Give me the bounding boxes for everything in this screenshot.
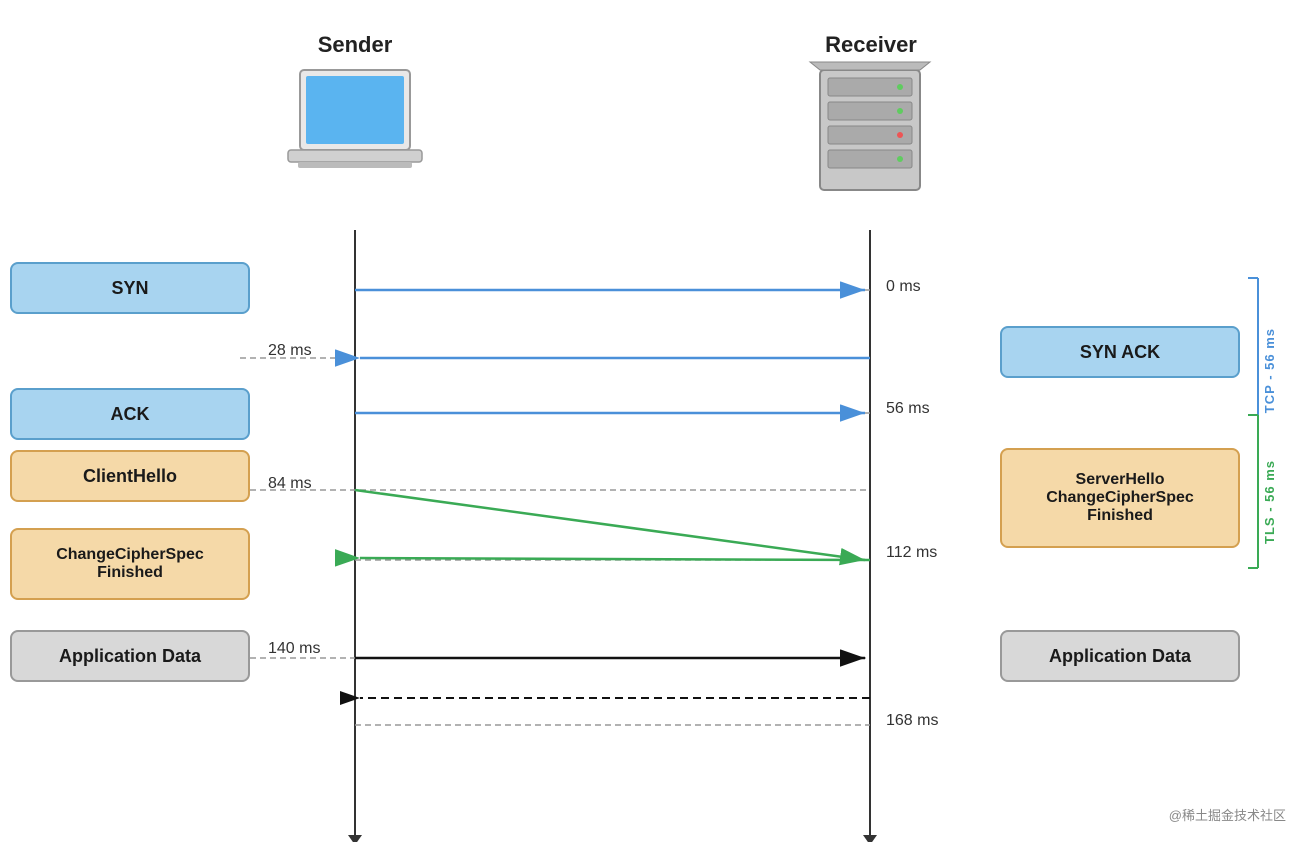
sender-title: Sender [280,32,430,58]
time-28ms: 28 ms [268,342,312,360]
syn-box: SYN [10,262,250,314]
time-168ms: 168 ms [886,712,938,730]
app-data-left-box: Application Data [10,630,250,682]
clienthello-box: ClientHello [10,450,250,502]
diagram: Sender Receiver [0,0,1304,842]
time-56ms: 56 ms [886,400,930,418]
ccs-finished-box: ChangeCipherSpecFinished [10,528,250,600]
app-data-right-box: Application Data [1000,630,1240,682]
server-hello-box: ServerHelloChangeCipherSpecFinished [1000,448,1240,548]
watermark: @稀土掘金技术社区 [1169,805,1286,824]
ack-box: ACK [10,388,250,440]
time-112ms: 112 ms [886,544,937,562]
time-84ms: 84 ms [268,475,312,493]
tls-bracket-label: TLS - 56 ms [1262,460,1277,544]
syn-ack-box: SYN ACK [1000,326,1240,378]
time-0ms: 0 ms [886,278,921,296]
receiver-icon [800,60,940,210]
time-140ms: 140 ms [268,640,320,658]
tcp-bracket-label: TCP - 56 ms [1262,328,1277,413]
receiver-title: Receiver [796,32,946,58]
sender-icon [278,60,432,210]
